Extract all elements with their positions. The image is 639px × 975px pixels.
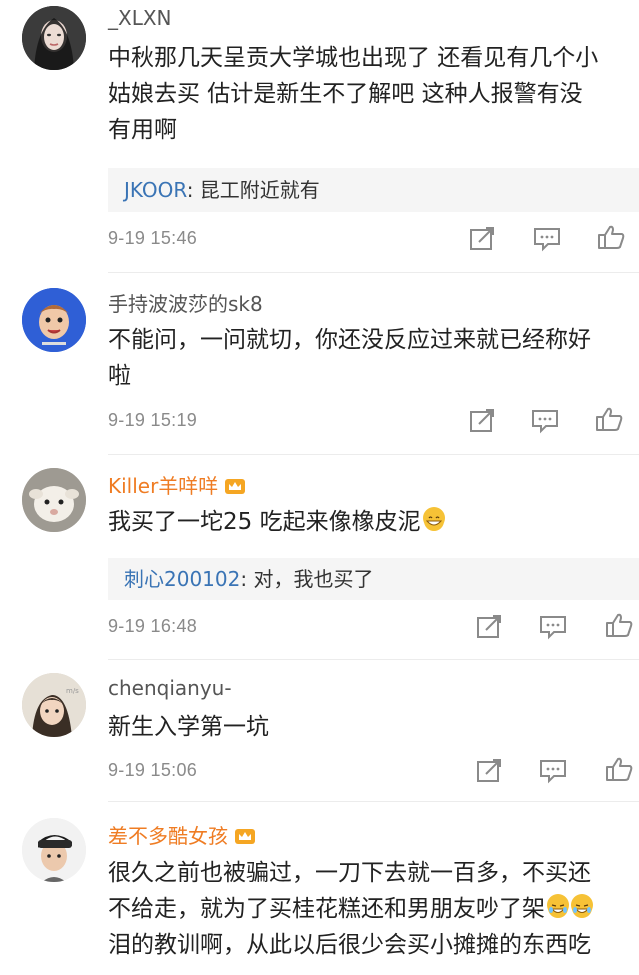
reply-text: : 昆工附近就有 xyxy=(186,178,320,202)
reply-username[interactable]: 刺心200102 xyxy=(124,567,240,591)
comment-text: 不能问，一问就切，你还没反应过来就已经称好 啦 xyxy=(108,322,639,394)
comment-text-content: 我买了一坨25 吃起来像橡皮泥 xyxy=(108,509,421,535)
reply-username[interactable]: JKOOR xyxy=(124,178,187,202)
username-text[interactable]: 差不多酷女孩 xyxy=(108,824,228,848)
comment-text-line: 不能问，一问就切，你还没反应过来就已经称好 xyxy=(108,327,591,353)
divider xyxy=(108,454,639,455)
like-icon[interactable] xyxy=(594,406,624,432)
comment-text-line: 中秋那几天呈贡大学城也出现了 还看见有几个小 xyxy=(108,45,599,71)
svg-text:m/s: m/s xyxy=(66,687,79,695)
avatar[interactable] xyxy=(22,6,86,70)
crown-badge-icon xyxy=(225,479,246,494)
timestamp: 9-19 15:46 xyxy=(108,228,198,248)
comment-text: 新生入学第一坑 xyxy=(108,709,639,745)
comment-icon[interactable] xyxy=(538,758,568,784)
like-icon[interactable] xyxy=(604,612,634,638)
laugh-cry-emoji-icon xyxy=(547,894,569,918)
timestamp: 9-19 15:19 xyxy=(108,410,198,430)
username[interactable]: chenqianyu- xyxy=(108,676,232,700)
like-icon[interactable] xyxy=(596,224,626,250)
username-text[interactable]: Killer羊咩咩 xyxy=(108,474,218,498)
avatar[interactable] xyxy=(22,288,86,352)
comment-text-line: 姑娘去买 估计是新生不了解吧 这种人报警有没 xyxy=(108,81,583,107)
share-icon[interactable] xyxy=(474,758,504,784)
divider xyxy=(108,272,639,273)
timestamp: 9-19 15:06 xyxy=(108,760,198,780)
share-icon[interactable] xyxy=(467,226,497,252)
share-icon[interactable] xyxy=(474,614,504,640)
comment-text-line: 泪的教训啊，从此以后很少会买小摊摊的东西吃 xyxy=(108,932,591,958)
comment-text-line: 不给走，就为了买桂花糕还和男朋友吵了架 xyxy=(108,891,639,927)
comment-text-line: 新生入学第一坑 xyxy=(108,714,269,740)
comment-text-content: 不给走，就为了买桂花糕还和男朋友吵了架 xyxy=(108,896,545,922)
timestamp: 9-19 16:48 xyxy=(108,616,198,636)
comment-text-line: 有用啊 xyxy=(108,117,177,143)
comment-icon[interactable] xyxy=(530,408,560,434)
username[interactable]: 差不多酷女孩 xyxy=(108,820,256,849)
reply-box[interactable]: 刺心200102: 对，我也买了 xyxy=(108,558,639,600)
comment-text-line: 我买了一坨25 吃起来像橡皮泥 xyxy=(108,504,639,540)
reply-text: : 对，我也买了 xyxy=(240,567,374,591)
avatar[interactable]: m/s xyxy=(22,673,86,737)
comment-icon[interactable] xyxy=(532,226,562,252)
share-icon[interactable] xyxy=(467,408,497,434)
comment-text-line: 很久之前也被骗过，一刀下去就一百多，不买还 xyxy=(108,860,591,886)
comment-text: 很久之前也被骗过，一刀下去就一百多，不买还 不给走，就为了买桂花糕还和男朋友吵了… xyxy=(108,855,639,963)
grin-emoji-icon xyxy=(422,507,445,531)
avatar[interactable] xyxy=(22,468,86,532)
crown-badge-icon xyxy=(235,829,255,844)
comment-text: 中秋那几天呈贡大学城也出现了 还看见有几个小 姑娘去买 估计是新生不了解吧 这种… xyxy=(108,40,639,148)
comment-text: 我买了一坨25 吃起来像橡皮泥 xyxy=(108,504,639,540)
comment-text-line: 啦 xyxy=(108,363,131,389)
username[interactable]: 手持波波莎的sk8 xyxy=(108,288,263,317)
username[interactable]: Killer羊咩咩 xyxy=(108,470,246,499)
like-icon[interactable] xyxy=(604,756,634,782)
comment-icon[interactable] xyxy=(538,614,568,640)
divider xyxy=(108,801,639,802)
username[interactable]: _XLXN xyxy=(108,6,172,30)
avatar[interactable] xyxy=(22,818,86,882)
reply-box[interactable]: JKOOR: 昆工附近就有 xyxy=(108,168,639,212)
divider xyxy=(108,659,639,660)
laugh-cry-emoji-icon xyxy=(571,894,593,918)
